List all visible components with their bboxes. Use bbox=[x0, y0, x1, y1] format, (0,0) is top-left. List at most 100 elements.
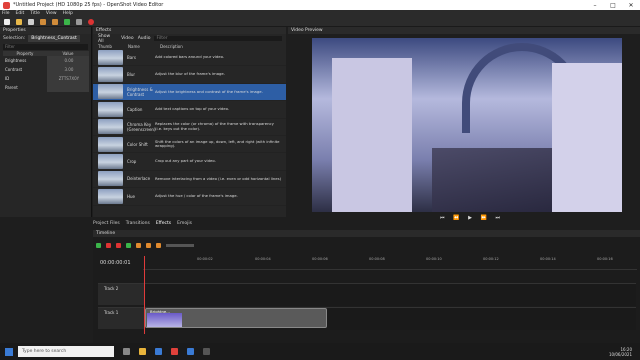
effect-item-color-shift[interactable]: Color Shift Shift the colors of an image … bbox=[93, 136, 286, 154]
redo-icon[interactable] bbox=[52, 18, 58, 25]
minimize-button[interactable]: – bbox=[586, 2, 604, 9]
column-description: Description bbox=[160, 43, 183, 49]
table-row[interactable]: Contrast 3.00 bbox=[3, 65, 89, 74]
tab-show-all[interactable]: Show All bbox=[98, 34, 117, 44]
effect-thumbnail bbox=[98, 101, 123, 117]
property-value[interactable] bbox=[46, 83, 89, 92]
next-marker-icon[interactable] bbox=[146, 243, 151, 248]
open-project-icon[interactable] bbox=[16, 18, 22, 25]
tab-emojis[interactable]: Emojis bbox=[177, 221, 192, 226]
effect-item-brightness-contrast[interactable]: Brightness & Contrast Adjust the brightne… bbox=[93, 83, 286, 102]
add-track-icon[interactable] bbox=[96, 243, 101, 248]
jump-end-icon[interactable]: ⏭ bbox=[495, 215, 500, 221]
windows-start-icon[interactable] bbox=[5, 347, 13, 356]
close-button[interactable]: ✕ bbox=[622, 2, 640, 9]
effect-item-deinterlace[interactable]: Deinterlace Remove interlacing from a vid… bbox=[93, 171, 286, 189]
taskbar-search-input[interactable]: Type here to search bbox=[18, 346, 114, 357]
zoom-slider[interactable] bbox=[166, 244, 194, 247]
effect-description: Adjust the brightness and contrast of th… bbox=[155, 88, 263, 94]
file-explorer-icon[interactable] bbox=[139, 348, 146, 355]
ruler-tick-label: 00:00:10 bbox=[426, 257, 442, 261]
property-value[interactable]: 3.00 bbox=[46, 65, 89, 74]
save-project-icon[interactable] bbox=[28, 18, 34, 25]
system-clock[interactable]: 16:20 10/06/2021 bbox=[609, 347, 632, 357]
jump-start-icon[interactable]: ⏮ bbox=[440, 215, 445, 221]
effect-thumbnail bbox=[98, 188, 123, 204]
table-row[interactable]: Parent bbox=[3, 83, 89, 92]
selection-dropdown[interactable]: Brightness_Contrast bbox=[28, 35, 81, 42]
effect-name: Caption bbox=[127, 106, 143, 112]
snapping-icon[interactable] bbox=[106, 243, 111, 248]
property-value[interactable]: 0.00 bbox=[46, 56, 89, 65]
tab-effects[interactable]: Effects bbox=[156, 221, 171, 226]
add-marker-icon[interactable] bbox=[126, 243, 131, 248]
track-row[interactable]: Track 2 bbox=[98, 283, 636, 306]
effects-panel: Effects Show All Video Audio Filter Thum… bbox=[93, 27, 286, 217]
store-icon[interactable] bbox=[203, 348, 210, 355]
task-view-icon[interactable] bbox=[123, 348, 130, 355]
table-row[interactable]: ID ZTTS7X0Y bbox=[3, 74, 89, 83]
clip-thumbnail bbox=[147, 313, 182, 327]
mail-icon[interactable] bbox=[187, 348, 194, 355]
table-row[interactable]: Brightness 0.00 bbox=[3, 56, 89, 65]
property-name: ID bbox=[5, 76, 10, 81]
import-files-icon[interactable] bbox=[64, 18, 70, 25]
video-preview-frame[interactable] bbox=[312, 38, 622, 212]
undo-icon[interactable] bbox=[40, 18, 46, 25]
property-value[interactable]: ZTTS7X0Y bbox=[46, 74, 89, 83]
effect-description: Crop out any part of your video. bbox=[155, 158, 216, 164]
effects-filter-input[interactable]: Filter bbox=[154, 36, 282, 41]
title-bar: *Untitled Project (HD 1080p 25 fps) - Op… bbox=[0, 0, 640, 10]
track-area[interactable] bbox=[144, 284, 636, 306]
rewind-icon[interactable]: ⏪ bbox=[453, 215, 459, 221]
export-video-icon[interactable] bbox=[88, 18, 94, 25]
effect-thumbnail bbox=[98, 154, 123, 170]
effect-item-crop[interactable]: Crop Crop out any part of your video. bbox=[93, 153, 286, 171]
previous-marker-icon[interactable] bbox=[136, 243, 141, 248]
timecode-display: 00:00:00:01 bbox=[100, 260, 131, 266]
razor-icon[interactable] bbox=[116, 243, 121, 248]
timeline-ruler[interactable]: 00:00:02 00:00:04 00:00:06 00:00:08 00:0… bbox=[143, 256, 637, 270]
effect-name: Blur bbox=[127, 72, 136, 78]
menu-view[interactable]: View bbox=[46, 11, 57, 16]
effect-description: Add colored bars around your video. bbox=[155, 53, 225, 59]
tab-project-files[interactable]: Project Files bbox=[93, 221, 120, 226]
properties-table: Property Value Brightness 0.00 Contrast … bbox=[3, 51, 89, 92]
ruler-tick-label: 00:00:02 bbox=[197, 257, 213, 261]
center-timeline-icon[interactable] bbox=[156, 243, 161, 248]
ruler-tick-label: 00:00:16 bbox=[597, 257, 613, 261]
ruler-tick-label: 00:00:08 bbox=[369, 257, 385, 261]
play-icon[interactable]: ▶ bbox=[468, 215, 472, 221]
effect-item-caption[interactable]: Caption Add text captions on top of your … bbox=[93, 101, 286, 119]
timeline-clip[interactable]: Brightne... bbox=[145, 308, 327, 328]
tab-transitions[interactable]: Transitions bbox=[126, 221, 150, 226]
tab-audio[interactable]: Audio bbox=[138, 36, 151, 41]
properties-title: Properties bbox=[0, 27, 91, 34]
menu-title[interactable]: Title bbox=[30, 11, 40, 16]
openshot-taskbar-icon[interactable] bbox=[171, 348, 178, 355]
ruler-tick-label: 00:00:12 bbox=[483, 257, 499, 261]
maximize-button[interactable]: □ bbox=[604, 2, 622, 9]
menu-file[interactable]: File bbox=[2, 11, 10, 16]
playhead[interactable] bbox=[144, 256, 145, 334]
effect-thumbnail bbox=[98, 49, 123, 65]
new-project-icon[interactable] bbox=[4, 18, 10, 25]
column-thumb: Thumb bbox=[98, 43, 112, 49]
effect-item-hue[interactable]: Hue Adjust the hue / color of the frame's… bbox=[93, 188, 286, 206]
effects-title: Effects bbox=[93, 27, 286, 34]
playback-controls: ⏮ ⏪ ▶ ⏩ ⏭ bbox=[440, 214, 500, 222]
edge-icon[interactable] bbox=[155, 348, 162, 355]
fullscreen-icon[interactable] bbox=[76, 18, 82, 25]
effect-item-chroma-key[interactable]: Chroma Key (Greenscreen) Replaces the col… bbox=[93, 119, 286, 136]
tab-video[interactable]: Video bbox=[121, 36, 134, 41]
effect-item-blur[interactable]: Blur Adjust the blur of the frame's image… bbox=[93, 66, 286, 84]
effect-item-bars[interactable]: Bars Add colored bars around your video. bbox=[93, 49, 286, 67]
video-building-left bbox=[332, 58, 412, 212]
properties-filter-input[interactable]: Filter bbox=[3, 44, 88, 50]
fast-forward-icon[interactable]: ⏩ bbox=[481, 215, 487, 221]
menu-help[interactable]: Help bbox=[63, 11, 73, 16]
track-label: Track 1 bbox=[104, 310, 119, 315]
effect-description: Shift the colors of an image up, down, l… bbox=[155, 138, 280, 149]
selection-label: Selection: bbox=[3, 36, 26, 41]
menu-edit[interactable]: Edit bbox=[16, 11, 25, 16]
